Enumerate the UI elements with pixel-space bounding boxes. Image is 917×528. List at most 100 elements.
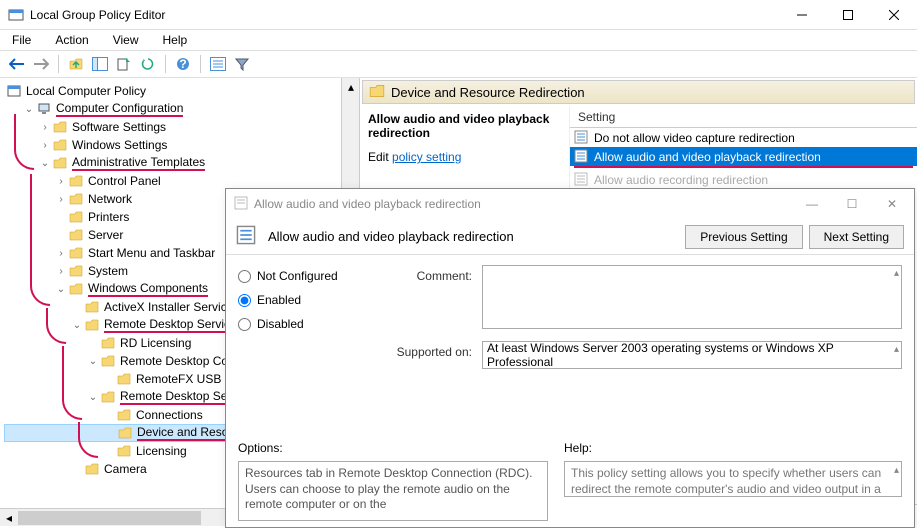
tree-software-settings[interactable]: › Software Settings [4,118,355,136]
chevron-down-icon[interactable]: ⌄ [22,102,36,116]
scroll-up-icon[interactable]: ▴ [894,344,899,355]
folder-icon [116,443,132,459]
folder-icon [68,209,84,225]
radio-enabled[interactable]: Enabled [238,293,368,307]
chevron-down-icon[interactable]: ⌄ [54,282,68,296]
chevron-right-icon[interactable]: › [54,264,68,278]
chevron-down-icon[interactable]: ⌄ [38,156,52,170]
list-item[interactable]: Allow audio and video playback redirecti… [570,147,917,166]
policy-icon [236,225,260,249]
dialog-minimize-button[interactable]: — [798,197,826,211]
scroll-up-icon[interactable]: ▴ [342,78,360,96]
help-label: Help: [564,441,902,455]
selected-policy-title: Allow audio and video playback redirecti… [368,112,561,140]
folder-icon [68,263,84,279]
next-setting-button[interactable]: Next Setting [809,225,904,249]
folder-icon [100,353,116,369]
minimize-button[interactable] [779,0,825,30]
maximize-button[interactable] [825,0,871,30]
chevron-down-icon[interactable]: ⌄ [70,318,84,332]
policy-setting-link[interactable]: policy setting [392,150,461,164]
edit-label: Edit [368,150,389,164]
up-button[interactable] [65,53,87,75]
svg-text:?: ? [179,57,186,71]
close-button[interactable] [871,0,917,30]
folder-icon [100,335,116,351]
options-box: Resources tab in Remote Desktop Connecti… [238,461,548,521]
folder-icon [68,281,84,297]
folder-icon [68,227,84,243]
comment-textarea[interactable]: ▴ [482,265,902,329]
export-button[interactable] [113,53,135,75]
computer-icon [36,101,52,117]
menu-file[interactable]: File [8,31,35,49]
setting-icon [574,172,590,188]
folder-icon [68,191,84,207]
scroll-left-icon[interactable]: ◂ [0,509,18,527]
menu-action[interactable]: Action [51,31,92,49]
supported-label: Supported on: [384,341,472,359]
properties-button[interactable] [207,53,229,75]
menu-view[interactable]: View [109,31,143,49]
folder-icon [116,407,132,423]
hscroll-thumb[interactable] [18,511,201,525]
scroll-up-icon[interactable]: ▴ [894,268,899,279]
app-icon [8,7,24,23]
tree-windows-settings[interactable]: › Windows Settings [4,136,355,154]
comment-label: Comment: [384,265,472,283]
list-item[interactable]: Allow audio recording redirection [570,170,917,189]
chevron-right-icon[interactable]: › [54,246,68,260]
folder-icon [52,137,68,153]
radio-not-configured[interactable]: Not Configured [238,269,368,283]
forward-button[interactable] [30,53,52,75]
filter-button[interactable] [231,53,253,75]
policy-dialog: Allow audio and video playback redirecti… [225,188,915,528]
tree-root[interactable]: Local Computer Policy [4,82,355,100]
scroll-up-icon[interactable]: ▴ [894,464,899,477]
folder-icon [68,173,84,189]
previous-setting-button[interactable]: Previous Setting [685,225,802,249]
setting-icon [574,130,590,146]
dialog-title: Allow audio and video playback redirecti… [254,197,798,211]
dialog-maximize-button[interactable]: ☐ [838,197,866,211]
dialog-close-button[interactable]: ✕ [878,197,906,211]
options-label: Options: [238,441,548,455]
tree-computer-config[interactable]: ⌄ Computer Configuration [4,100,355,118]
chevron-down-icon[interactable]: ⌄ [86,354,100,368]
chevron-right-icon[interactable]: › [38,120,52,134]
chevron-right-icon[interactable]: › [38,138,52,152]
toolbar: ? [0,50,917,78]
menu-help[interactable]: Help [159,31,192,49]
window-title: Local Group Policy Editor [30,8,779,22]
chevron-right-icon[interactable]: › [54,174,68,188]
setting-icon [574,149,590,165]
menu-bar: File Action View Help [0,30,917,50]
help-button[interactable]: ? [172,53,194,75]
folder-icon [52,119,68,135]
right-header: Device and Resource Redirection [362,80,915,104]
dialog-icon [234,196,248,213]
folder-icon [84,299,100,315]
dialog-titlebar: Allow audio and video playback redirecti… [226,189,914,219]
show-hide-tree-button[interactable] [89,53,111,75]
window-titlebar: Local Group Policy Editor [0,0,917,30]
chevron-down-icon[interactable]: ⌄ [86,390,100,404]
back-button[interactable] [6,53,28,75]
radio-disabled[interactable]: Disabled [238,317,368,331]
folder-icon [369,84,385,100]
tree-admin-templates[interactable]: ⌄ Administrative Templates [4,154,355,172]
folder-icon [100,389,116,405]
chevron-right-icon[interactable]: › [54,192,68,206]
dialog-policy-name: Allow audio and video playback redirecti… [268,229,679,244]
state-radio-group: Not Configured Enabled Disabled [238,265,368,431]
refresh-button[interactable] [137,53,159,75]
folder-icon [84,317,100,333]
folder-icon [52,155,68,171]
folder-icon [84,461,100,477]
folder-icon [116,371,132,387]
list-item[interactable]: Do not allow video capture redirection [570,128,917,147]
supported-box: At least Windows Server 2003 operating s… [482,341,902,369]
folder-icon [68,245,84,261]
policy-icon [6,83,22,99]
column-header-setting[interactable]: Setting [570,106,917,128]
